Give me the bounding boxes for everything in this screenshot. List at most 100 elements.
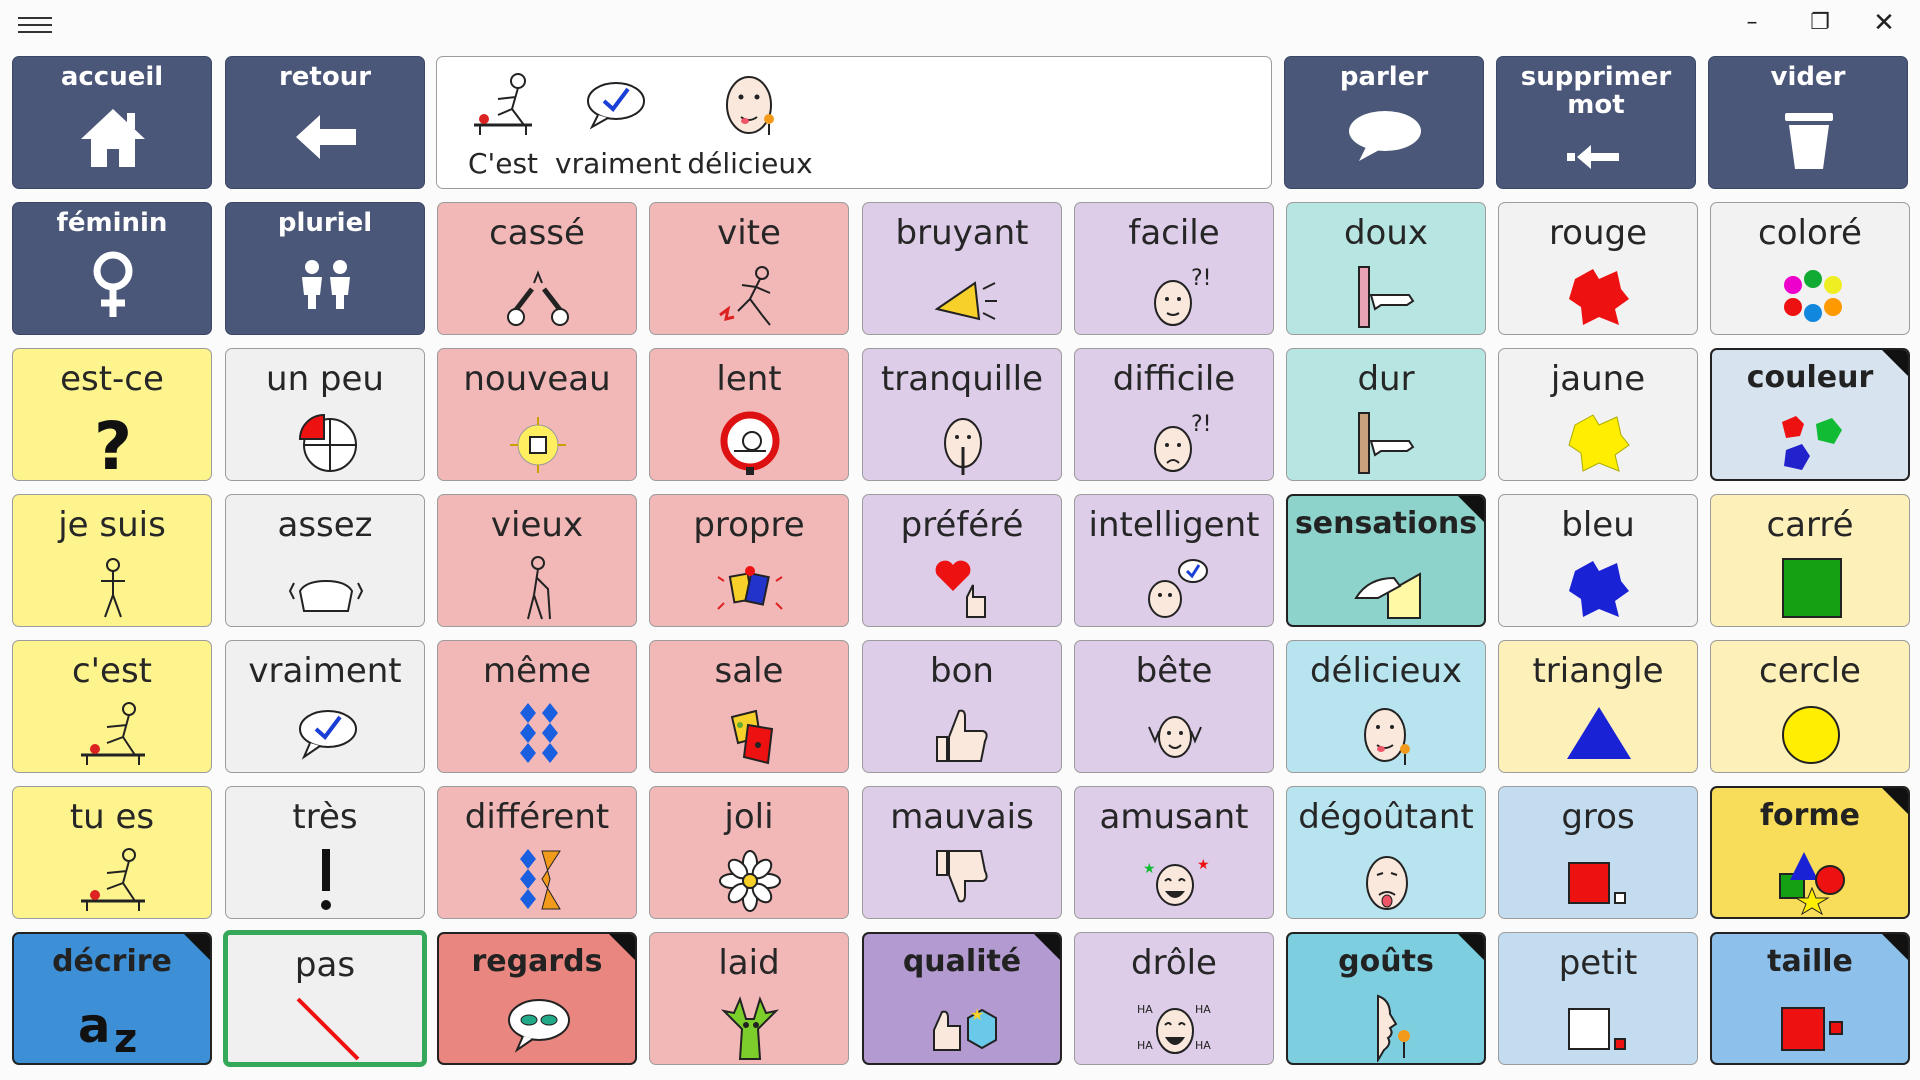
cell-label: regards: [471, 944, 603, 979]
home-button[interactable]: accueil: [12, 56, 212, 189]
cell-pas[interactable]: pas: [223, 930, 427, 1067]
clear-button[interactable]: vider: [1708, 56, 1908, 189]
folder-sensations[interactable]: sensations: [1286, 494, 1486, 627]
cell-difficile[interactable]: difficile ?!: [1074, 348, 1274, 481]
feminine-button[interactable]: féminin: [12, 202, 212, 335]
cell-petit[interactable]: petit: [1498, 932, 1698, 1065]
cell-label: un peu: [266, 359, 384, 399]
cell-nouveau[interactable]: nouveau: [437, 348, 637, 481]
cell-label: petit: [1558, 943, 1638, 983]
message-word: vraiment: [555, 69, 682, 180]
cell-joli[interactable]: joli: [649, 786, 849, 919]
cell-tranquille[interactable]: tranquille: [862, 348, 1062, 481]
cell-sale[interactable]: sale: [649, 640, 849, 773]
minimize-button[interactable]: –: [1722, 6, 1782, 40]
folder-couleur[interactable]: couleur: [1710, 348, 1910, 481]
color-dots-icon: [1784, 270, 1842, 322]
cell-label: sensations: [1294, 506, 1478, 541]
back-button[interactable]: retour: [225, 56, 425, 189]
cell-delicieux[interactable]: délicieux: [1286, 640, 1486, 773]
cell-tres[interactable]: très: [225, 786, 425, 919]
eyes-bubble-icon: [508, 999, 570, 1053]
close-button[interactable]: ✕: [1854, 6, 1914, 40]
cell-bruyant[interactable]: bruyant: [862, 202, 1062, 335]
cell-label: gros: [1561, 797, 1635, 837]
folder-forme[interactable]: forme: [1710, 786, 1910, 919]
same-diamonds-icon: [520, 703, 558, 763]
maximize-button[interactable]: ❐: [1790, 6, 1850, 40]
svg-text:?!: ?!: [1191, 412, 1212, 437]
cell-label: vieux: [490, 505, 584, 545]
cell-degoutant[interactable]: dégoûtant: [1286, 786, 1486, 919]
cell-label: qualité: [902, 944, 1022, 979]
question-mark-icon: ?: [94, 408, 132, 477]
dirty-icon: [730, 709, 774, 765]
trash-icon: [1785, 113, 1833, 169]
big-square-icon: [1568, 862, 1626, 904]
cell-prefere[interactable]: préféré: [862, 494, 1062, 627]
delete-word-button[interactable]: supprimer mot: [1496, 56, 1696, 189]
red-splash-icon: [1569, 269, 1629, 325]
cell-jaune[interactable]: jaune: [1498, 348, 1698, 481]
cell-tu-es[interactable]: tu es: [12, 786, 212, 919]
cell-label: très: [292, 797, 358, 837]
cell-laid[interactable]: laid: [649, 932, 849, 1065]
folder-qualite[interactable]: qualité ★: [862, 932, 1062, 1065]
quality-icon: ★: [933, 1005, 997, 1051]
cell-vieux[interactable]: vieux: [437, 494, 637, 627]
cell-label: vraiment: [248, 651, 402, 691]
speak-button[interactable]: parler: [1284, 56, 1484, 189]
cell-rouge[interactable]: rouge: [1498, 202, 1698, 335]
cell-different[interactable]: différent: [437, 786, 637, 919]
back-label: retour: [278, 62, 372, 92]
cell-label: bête: [1135, 651, 1213, 691]
cell-est-ce[interactable]: est-ce ?: [12, 348, 212, 481]
exclamation-icon: [321, 849, 331, 910]
face-licking-lips-icon: [726, 76, 774, 135]
cell-dur[interactable]: dur: [1286, 348, 1486, 481]
cell-un-peu[interactable]: un peu: [225, 348, 425, 481]
cell-lent[interactable]: lent: [649, 348, 849, 481]
folder-gouts[interactable]: goûts: [1286, 932, 1486, 1065]
cell-bon[interactable]: bon: [862, 640, 1062, 773]
cell-assez[interactable]: assez: [225, 494, 425, 627]
cell-casse[interactable]: cassé: [437, 202, 637, 335]
cell-c-est[interactable]: c'est: [12, 640, 212, 773]
cell-amusant[interactable]: amusant ★ ★: [1074, 786, 1274, 919]
folder-corner-icon: [1457, 496, 1484, 523]
menu-icon[interactable]: [18, 12, 52, 36]
cell-facile[interactable]: facile ?!: [1074, 202, 1274, 335]
cell-label: forme: [1759, 798, 1861, 833]
person-self-icon: [101, 558, 125, 618]
folder-taille[interactable]: taille: [1710, 932, 1910, 1065]
cell-cercle[interactable]: cercle: [1710, 640, 1910, 773]
cell-propre[interactable]: propre: [649, 494, 849, 627]
silly-face-icon: [1148, 716, 1202, 758]
cell-colore[interactable]: coloré: [1710, 202, 1910, 335]
cell-vraiment[interactable]: vraiment: [225, 640, 425, 773]
cell-triangle[interactable]: triangle: [1498, 640, 1698, 773]
cell-intelligent[interactable]: intelligent: [1074, 494, 1274, 627]
cell-je-suis[interactable]: je suis: [12, 494, 212, 627]
hard-touch-icon: [1358, 412, 1415, 474]
message-bar[interactable]: C'est vraiment délicieux: [436, 56, 1272, 189]
cell-label: je suis: [58, 505, 166, 545]
cell-vite[interactable]: vite: [649, 202, 849, 335]
cell-bete[interactable]: bête: [1074, 640, 1274, 773]
folder-decrire[interactable]: décrire az: [12, 932, 212, 1065]
folder-regards[interactable]: regards: [437, 932, 637, 1065]
plural-button[interactable]: pluriel: [225, 202, 425, 335]
cell-label: intelligent: [1088, 505, 1260, 545]
alphabet-icon: az: [78, 998, 137, 1062]
cell-carre[interactable]: carré: [1710, 494, 1910, 627]
cell-doux[interactable]: doux: [1286, 202, 1486, 335]
message-word-text: vraiment: [555, 147, 682, 180]
delete-word-label: supprimer mot: [1520, 62, 1672, 120]
two-people-icon: [302, 260, 350, 309]
cell-meme[interactable]: même: [437, 640, 637, 773]
cell-mauvais[interactable]: mauvais: [862, 786, 1062, 919]
cell-gros[interactable]: gros: [1498, 786, 1698, 919]
cell-bleu[interactable]: bleu: [1498, 494, 1698, 627]
cell-drole[interactable]: drôle HA HA HA HA: [1074, 932, 1274, 1065]
thumbs-up-icon: [936, 709, 988, 762]
